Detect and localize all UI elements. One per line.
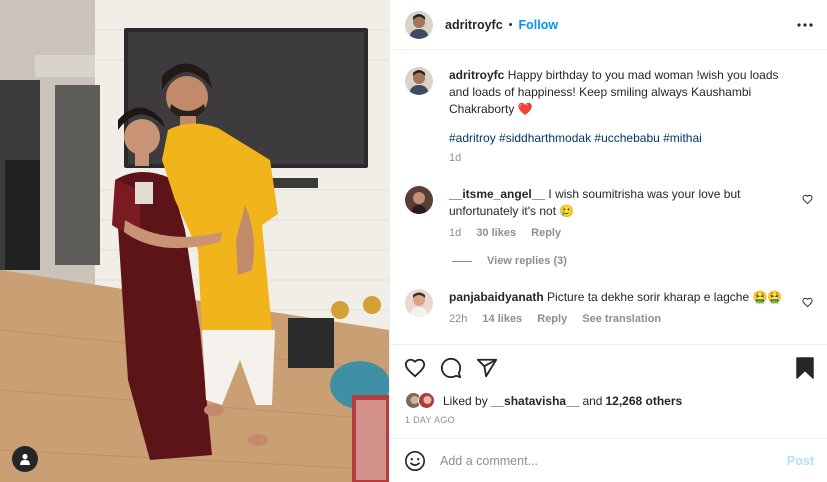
heart-icon[interactable] (404, 357, 426, 379)
see-translation-button[interactable]: See translation (582, 313, 661, 325)
liked-by-middle: and (582, 394, 603, 408)
comment-avatar[interactable] (405, 186, 433, 214)
follow-button[interactable]: Follow (519, 18, 559, 32)
post-photo-image (0, 0, 389, 482)
liked-by-user[interactable]: __shatavisha__ (491, 394, 580, 408)
author-username[interactable]: adritroyfc (445, 18, 503, 32)
post-timestamp[interactable]: 1 DAY AGO (405, 415, 455, 425)
post-details-panel: adritroyfc • Follow adritroyfc Happy bir… (389, 0, 827, 482)
heart-emoji: ❤️ (517, 102, 533, 116)
user-tag-icon (20, 453, 30, 465)
reply-button[interactable]: Reply (531, 227, 561, 239)
bookmark-filled-icon[interactable] (796, 357, 814, 379)
likes-summary: Liked by __shatavisha__ and 12,268 other… (405, 392, 682, 410)
comment-likes[interactable]: 14 likes (482, 313, 522, 325)
caption-hashtags[interactable]: #adritroy #siddharthmodak #ucchebabu #mi… (449, 130, 791, 147)
view-replies-line (452, 260, 472, 262)
comment-likes[interactable]: 30 likes (476, 227, 516, 239)
comment-age: 1d (449, 227, 462, 239)
comment-item: __itsme_angel__ I wish soumitrisha was y… (405, 186, 813, 250)
comments-list[interactable]: adritroyfc Happy birthday to you mad wom… (390, 51, 827, 344)
caption-body: adritroyfc Happy birthday to you mad wom… (449, 67, 791, 165)
comment-body: panjabaidyanath Picture ta dekhe sorir k… (449, 289, 791, 326)
caption-avatar[interactable] (405, 67, 433, 95)
liker-avatars[interactable] (405, 392, 437, 410)
comment-input[interactable] (440, 453, 787, 468)
author-avatar[interactable] (405, 10, 433, 39)
caption-age: 1d (449, 152, 462, 164)
comment-bubble-icon[interactable] (440, 357, 462, 379)
caption: adritroyfc Happy birthday to you mad wom… (405, 67, 813, 177)
add-comment-bar: Post (390, 438, 827, 482)
caption-username[interactable]: adritroyfc (449, 68, 504, 82)
comment-age: 22h (449, 313, 468, 325)
likes-count[interactable]: 12,268 others (605, 394, 682, 408)
heart-icon[interactable] (802, 194, 813, 205)
comment-avatar[interactable] (405, 289, 433, 317)
action-bar (390, 344, 827, 390)
comment-body: __itsme_angel__ I wish soumitrisha was y… (449, 186, 791, 240)
post-header: adritroyfc • Follow (390, 0, 827, 50)
view-replies-label: View replies (3) (487, 255, 567, 267)
heart-icon[interactable] (802, 297, 813, 308)
paper-plane-icon[interactable] (476, 357, 498, 379)
post-photo[interactable] (0, 0, 389, 482)
reply-button[interactable]: Reply (537, 313, 567, 325)
more-horizontal-icon[interactable] (796, 16, 814, 34)
comment-username[interactable]: __itsme_angel__ (449, 187, 545, 201)
separator-dot: • (508, 18, 513, 31)
view-replies-button[interactable]: View replies (3) (452, 255, 567, 267)
liked-by-prefix: Liked by (443, 394, 488, 408)
comment-item: panjabaidyanath Picture ta dekhe sorir k… (405, 289, 813, 335)
liker-avatar (418, 392, 435, 409)
comment-text: Picture ta dekhe sorir kharap e lagche 🤮… (547, 290, 783, 304)
post-comment-button[interactable]: Post (787, 454, 814, 468)
comment-username[interactable]: panjabaidyanath (449, 290, 544, 304)
smiley-icon[interactable] (404, 450, 426, 472)
user-tag-button[interactable] (12, 446, 38, 472)
